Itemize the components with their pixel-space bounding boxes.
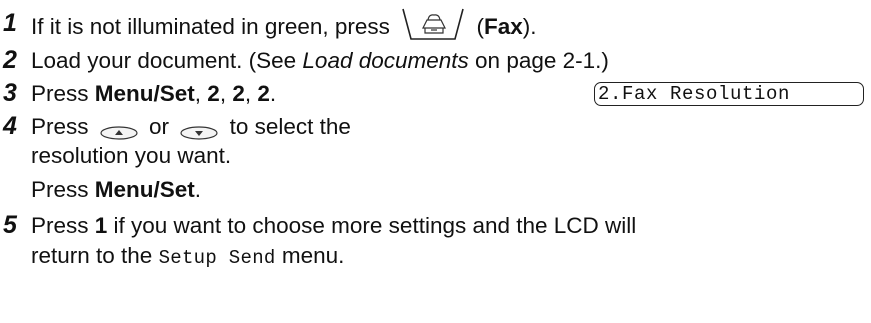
step-number: 4 (3, 112, 17, 140)
fax-key-icon (401, 6, 465, 42)
step-number: 1 (3, 9, 17, 37)
lcd-display: 2.Fax Resolution (594, 82, 864, 106)
step-text: If it is not illuminated in green, press… (31, 8, 537, 46)
step-number: 2 (3, 46, 17, 74)
step-text: Press Menu/Set, 2, 2, 2. (31, 81, 277, 106)
step-number: 5 (3, 211, 17, 239)
up-arrow-key-icon (100, 119, 138, 140)
down-arrow-key-icon (180, 119, 218, 140)
step-text: Load your document. (See Load documents … (31, 48, 609, 73)
step-number: 3 (3, 79, 17, 107)
step-text: Press 1 if you want to choose more setti… (31, 213, 637, 238)
step-text: Press or to select the (31, 114, 351, 140)
